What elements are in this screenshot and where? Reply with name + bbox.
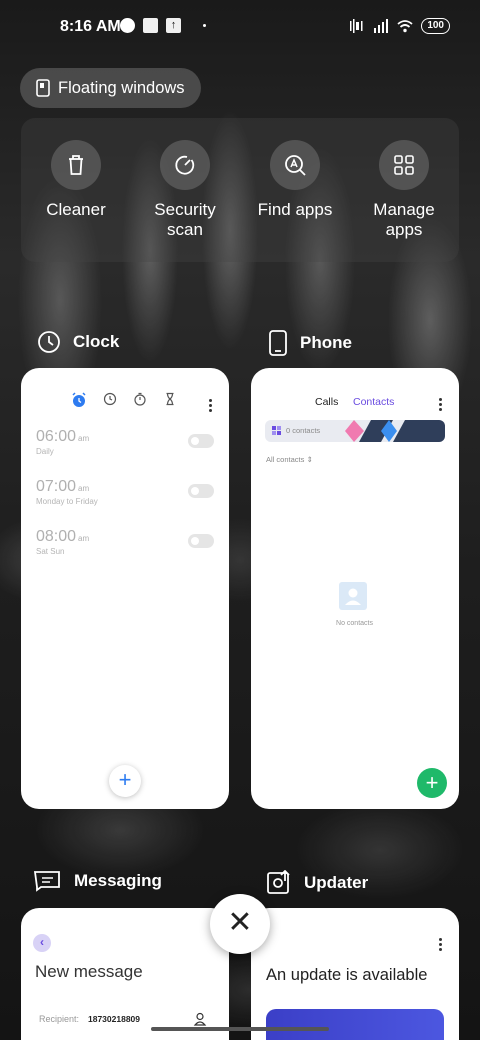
tab-contacts[interactable]: Contacts (353, 396, 394, 408)
contacts-grid-icon (272, 426, 281, 435)
add-alarm-button[interactable]: + (109, 765, 141, 797)
security-scan-button[interactable]: Security scan (130, 140, 240, 240)
alarm-toggle[interactable] (188, 484, 214, 498)
close-all-button[interactable]: ✕ (210, 894, 270, 954)
clock-tabs (71, 392, 177, 408)
update-banner (266, 1009, 444, 1040)
square-notification-icon (143, 18, 158, 33)
quick-actions-panel: Cleaner Security scan Find apps Manage a… (21, 118, 459, 262)
banner-illustration-icon (345, 420, 445, 442)
system-icons: 100 (349, 18, 450, 34)
cleaner-button[interactable]: Cleaner (21, 140, 131, 220)
clock-app-name: Clock (73, 332, 120, 351)
phone-more-icon[interactable] (439, 398, 442, 413)
alarm-repeat: Sat Sun (36, 547, 65, 556)
signal-icon (374, 19, 389, 33)
cleaner-label: Cleaner (46, 200, 106, 219)
alarm-time: 07:00 am (36, 478, 90, 495)
alarm-toggle[interactable] (188, 434, 214, 448)
trash-icon (69, 155, 83, 175)
notification-icons: ↑ (120, 18, 206, 33)
alarm-row[interactable]: 06:00 am Daily (36, 428, 214, 456)
security-scan-icon (175, 155, 195, 175)
contact-picker-icon[interactable] (193, 1012, 207, 1026)
messaging-app-card[interactable]: ‹ New message Recipient: 18730218809 (21, 908, 229, 1040)
find-apps-label: Find apps (257, 200, 333, 219)
floating-windows-button[interactable]: Floating windows (20, 68, 201, 108)
update-available-title: An update is available (266, 966, 428, 984)
no-contacts-label: No contacts (336, 620, 373, 627)
messaging-app-name: Messaging (74, 871, 162, 890)
clock-app-header[interactable]: Clock (37, 330, 119, 354)
security-scan-label: Security scan (154, 200, 216, 239)
manage-apps-label: Manage apps (373, 200, 435, 239)
alarm-repeat: Daily (36, 447, 54, 456)
find-apps-button[interactable]: Find apps (240, 140, 350, 220)
manage-apps-button[interactable]: Manage apps (349, 140, 459, 240)
status-bar: 8:16 AM ↑ 100 (0, 0, 480, 56)
floating-windows-label: Floating windows (58, 78, 185, 97)
updater-app-name: Updater (304, 873, 369, 892)
dot-icon (203, 24, 206, 27)
phone-app-name: Phone (300, 333, 352, 352)
battery-icon: 100 (421, 18, 450, 34)
updater-icon (267, 870, 290, 894)
no-contacts-icon (339, 582, 367, 610)
all-contacts-filter[interactable]: All contacts ⇕ (266, 455, 313, 464)
timer-tab-icon[interactable] (163, 392, 177, 406)
phone-app-header[interactable]: Phone (268, 330, 352, 356)
alarm-repeat: Monday to Friday (36, 497, 98, 506)
phone-app-card[interactable]: Calls Contacts 0 contacts All contacts ⇕… (251, 368, 459, 809)
navigation-handle[interactable] (151, 1027, 329, 1031)
updater-app-header[interactable]: Updater (266, 870, 368, 896)
recipient-label: Recipient: (39, 1014, 80, 1024)
add-contact-button[interactable]: + (417, 768, 447, 798)
new-message-title: New message (35, 962, 143, 981)
updown-icon: ⇕ (306, 455, 313, 464)
clock-app-card[interactable]: 06:00 am Daily 07:00 am Monday to Friday 0… (21, 368, 229, 809)
alarm-time: 08:00 am (36, 528, 90, 545)
updater-more-icon[interactable] (439, 938, 442, 953)
clock-more-icon[interactable] (209, 399, 212, 414)
updater-app-card[interactable]: An update is available (251, 908, 459, 1040)
clock-icon (38, 331, 60, 353)
back-icon[interactable]: ‹ (33, 934, 51, 952)
wifi-icon (397, 20, 413, 33)
alarm-row[interactable]: 08:00 am Sat Sun (36, 528, 214, 556)
data-saver-icon (120, 18, 135, 33)
find-apps-icon-circle (270, 140, 320, 190)
contacts-banner[interactable]: 0 contacts (265, 420, 445, 442)
phone-icon (269, 330, 287, 356)
tab-calls[interactable]: Calls (315, 396, 338, 408)
messaging-app-header[interactable]: Messaging (34, 870, 162, 892)
alarm-time: 06:00 am (36, 428, 90, 445)
upload-notification-icon: ↑ (166, 18, 181, 33)
cleaner-icon-circle (51, 140, 101, 190)
contacts-count: 0 contacts (286, 426, 321, 435)
grid-icon (394, 155, 414, 175)
recipient-value[interactable]: 18730218809 (88, 1014, 140, 1024)
world-clock-tab-icon[interactable] (103, 392, 117, 406)
status-time: 8:16 AM (60, 18, 121, 35)
manage-apps-icon-circle (379, 140, 429, 190)
floating-window-icon (36, 79, 50, 97)
messaging-icon (34, 871, 60, 892)
alarm-toggle[interactable] (188, 534, 214, 548)
vibrate-icon (350, 19, 363, 33)
find-apps-icon (285, 155, 306, 176)
security-scan-icon-circle (160, 140, 210, 190)
alarm-row[interactable]: 07:00 am Monday to Friday (36, 478, 214, 506)
alarm-tab-icon[interactable] (71, 392, 87, 408)
stopwatch-tab-icon[interactable] (133, 392, 147, 406)
